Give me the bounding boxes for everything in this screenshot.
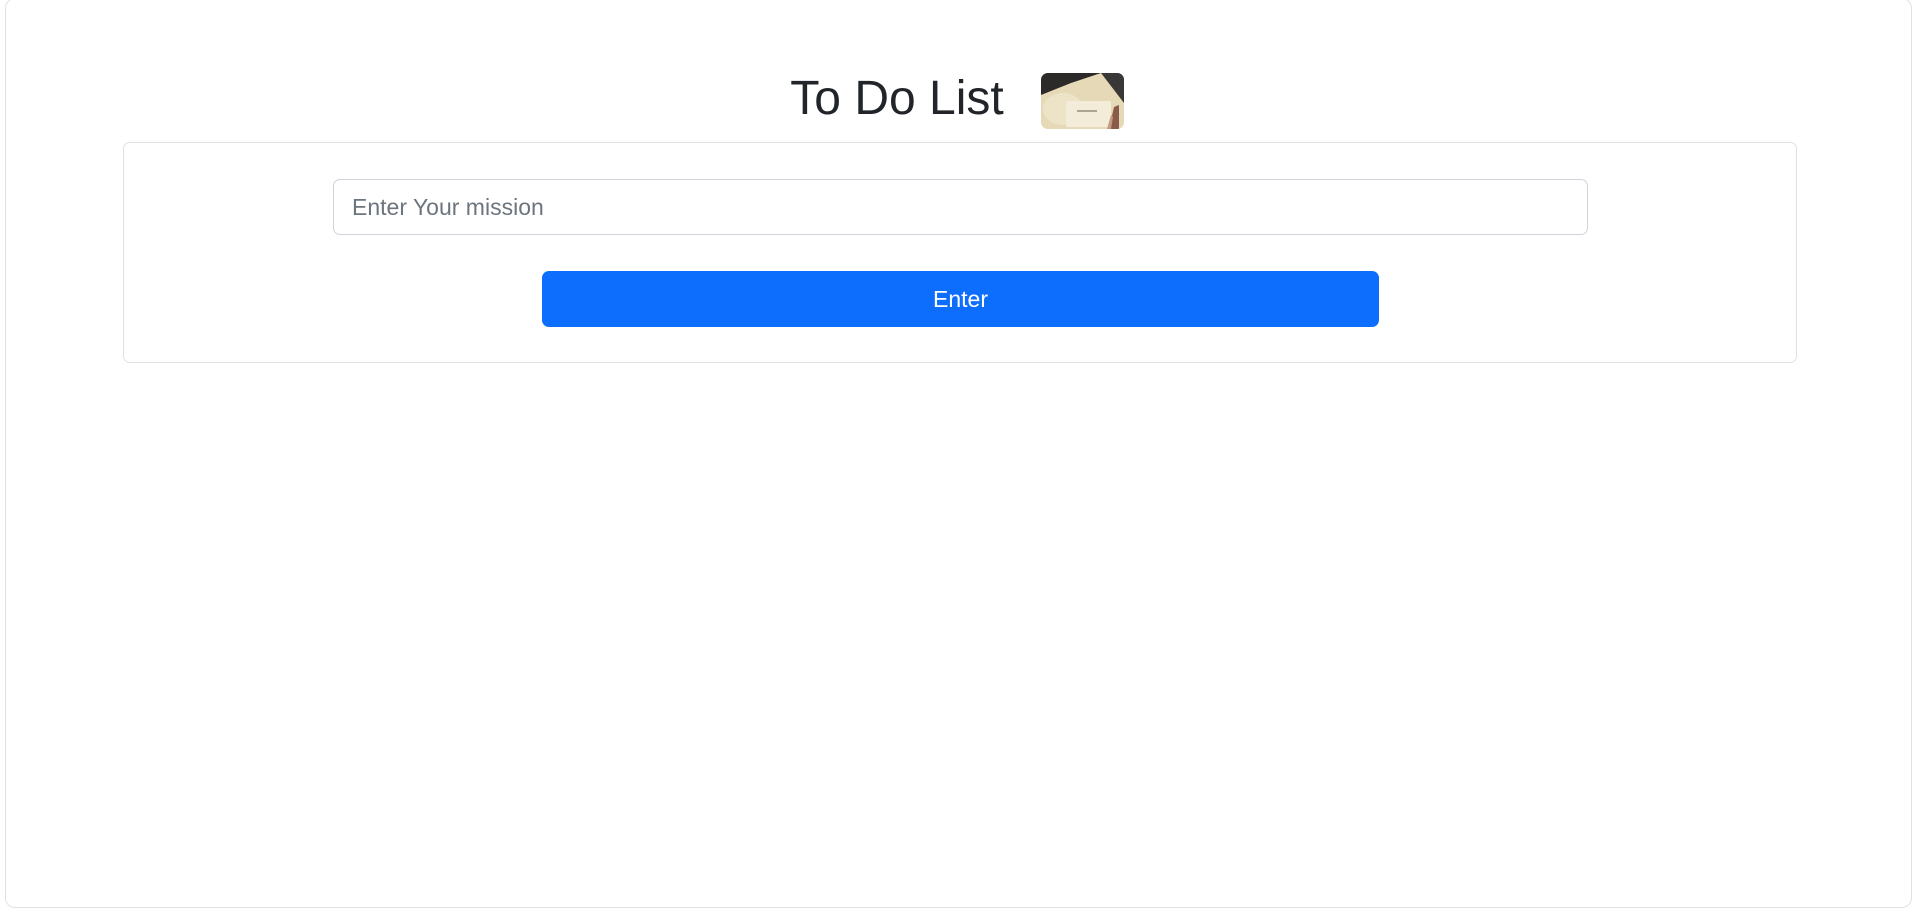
page-header: To Do List	[0, 60, 1914, 132]
notebook-photo-icon	[1040, 73, 1124, 129]
mission-input[interactable]	[333, 179, 1588, 235]
enter-button[interactable]: Enter	[542, 271, 1379, 327]
logo-image	[1040, 73, 1124, 129]
page-title: To Do List	[790, 71, 1004, 125]
todo-form-card: Enter	[123, 142, 1797, 363]
app-frame	[5, 0, 1912, 908]
